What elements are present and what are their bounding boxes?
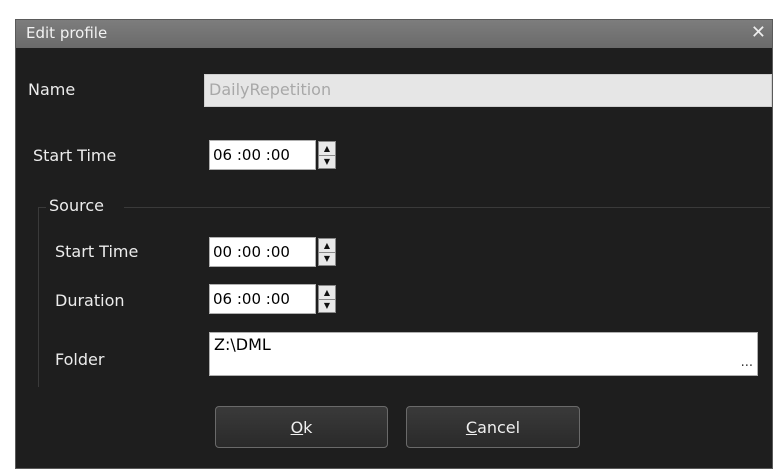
- duration-input[interactable]: 06 :00 :00: [209, 284, 316, 314]
- start-time-input[interactable]: 06 :00 :00: [209, 140, 316, 170]
- source-group-label: Source: [49, 196, 104, 215]
- duration-label: Duration: [55, 291, 125, 310]
- folder-path: Z:\DML: [214, 335, 271, 354]
- start-time-stepper[interactable]: 06 :00 :00 ▲ ▼: [209, 140, 354, 170]
- cancel-mnemonic: C: [465, 417, 478, 437]
- spin-up-icon[interactable]: ▲: [319, 286, 335, 300]
- ok-label-rest: k: [303, 417, 313, 437]
- edit-profile-dialog: Edit profile ✕ Name DailyRepetition Star…: [15, 19, 773, 469]
- name-label: Name: [28, 80, 76, 99]
- spin-up-icon[interactable]: ▲: [319, 142, 335, 156]
- source-start-time-stepper[interactable]: 00 :00 :00 ▲ ▼: [209, 237, 354, 267]
- cancel-button[interactable]: Cancel: [406, 406, 580, 448]
- spin-down-icon[interactable]: ▼: [319, 299, 335, 312]
- name-field[interactable]: DailyRepetition: [204, 74, 772, 107]
- close-icon[interactable]: ✕: [751, 22, 766, 43]
- ok-mnemonic: O: [290, 417, 304, 437]
- spin-down-icon[interactable]: ▼: [319, 155, 335, 168]
- duration-stepper[interactable]: 06 :00 :00 ▲ ▼: [209, 284, 354, 314]
- spin-up-icon[interactable]: ▲: [319, 239, 335, 253]
- dialog-title: Edit profile: [26, 24, 108, 42]
- ok-button[interactable]: Ok: [215, 406, 388, 448]
- start-time-spin-buttons: ▲ ▼: [318, 141, 336, 169]
- duration-spin-buttons: ▲ ▼: [318, 285, 336, 313]
- source-start-time-spin-buttons: ▲ ▼: [318, 238, 336, 266]
- cancel-label-rest: ancel: [477, 417, 521, 437]
- group-border-left-top: [38, 207, 46, 208]
- folder-label: Folder: [55, 350, 105, 369]
- spin-down-icon[interactable]: ▼: [319, 252, 335, 265]
- title-bar: Edit profile ✕: [16, 20, 772, 48]
- browse-folder-icon[interactable]: ...: [741, 355, 753, 370]
- folder-field[interactable]: Z:\DML ...: [209, 332, 758, 376]
- group-border-left: [38, 207, 39, 387]
- start-time-label: Start Time: [33, 146, 117, 165]
- source-start-time-label: Start Time: [55, 242, 139, 261]
- group-border-top: [124, 207, 770, 208]
- source-start-time-input[interactable]: 00 :00 :00: [209, 237, 316, 267]
